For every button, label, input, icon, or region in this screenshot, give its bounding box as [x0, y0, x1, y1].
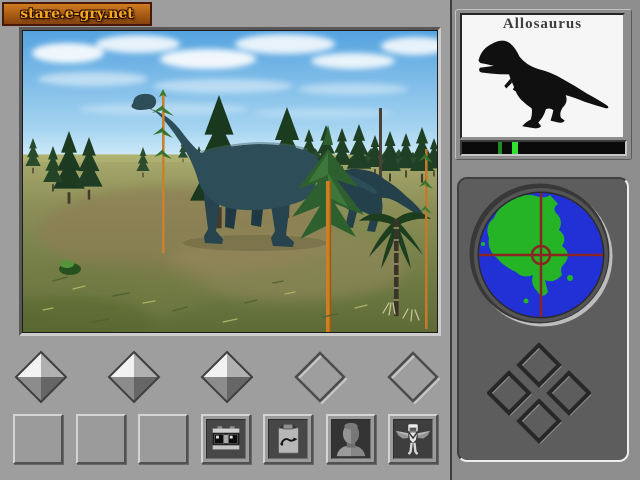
diamond-button-4: [294, 351, 347, 404]
trophy-panel: Allosaurus: [455, 9, 632, 160]
dinosaur-info-button[interactable]: [263, 414, 313, 464]
radar-map: [469, 183, 613, 327]
diamond-button-5: [387, 351, 440, 404]
allosaurus-silhouette: [478, 40, 608, 129]
main-area: stare.e-gry.net: [0, 0, 450, 480]
dpad-down-button[interactable]: [517, 399, 563, 445]
sidebar: Allosaurus: [450, 0, 640, 480]
clipboard-dinosaur-icon: [268, 419, 308, 459]
dpad-up-button[interactable]: [517, 343, 563, 389]
diamond-button-3[interactable]: [200, 350, 254, 404]
slot-button-2[interactable]: [76, 414, 126, 464]
game-screen: stare.e-gry.net Allosaurus: [0, 0, 640, 480]
watermark-text: stare.e-gry.net: [20, 6, 134, 22]
binoculars-icon: [206, 419, 246, 459]
diamond-button-1[interactable]: [14, 350, 68, 404]
diamond-button-2[interactable]: [107, 350, 161, 404]
dpad-right-button[interactable]: [547, 371, 591, 417]
pickup-button[interactable]: [388, 414, 438, 464]
target-display: Allosaurus: [460, 13, 625, 139]
meter-tick-bright: [512, 142, 518, 154]
dpad: [487, 343, 591, 445]
profile-button[interactable]: [326, 414, 376, 464]
binoculars-button[interactable]: [201, 414, 251, 464]
sighting-meter: [460, 140, 627, 156]
meter-tick-dim: [498, 142, 502, 154]
human-head-icon: [331, 419, 371, 459]
game-viewport[interactable]: [22, 30, 438, 333]
wings-icon: [393, 419, 433, 459]
watermark: stare.e-gry.net: [2, 2, 152, 26]
dpad-left-button[interactable]: [487, 371, 533, 417]
viewport-frame: [19, 27, 441, 336]
slot-button-3[interactable]: [138, 414, 188, 464]
slot-button-1[interactable]: [13, 414, 63, 464]
